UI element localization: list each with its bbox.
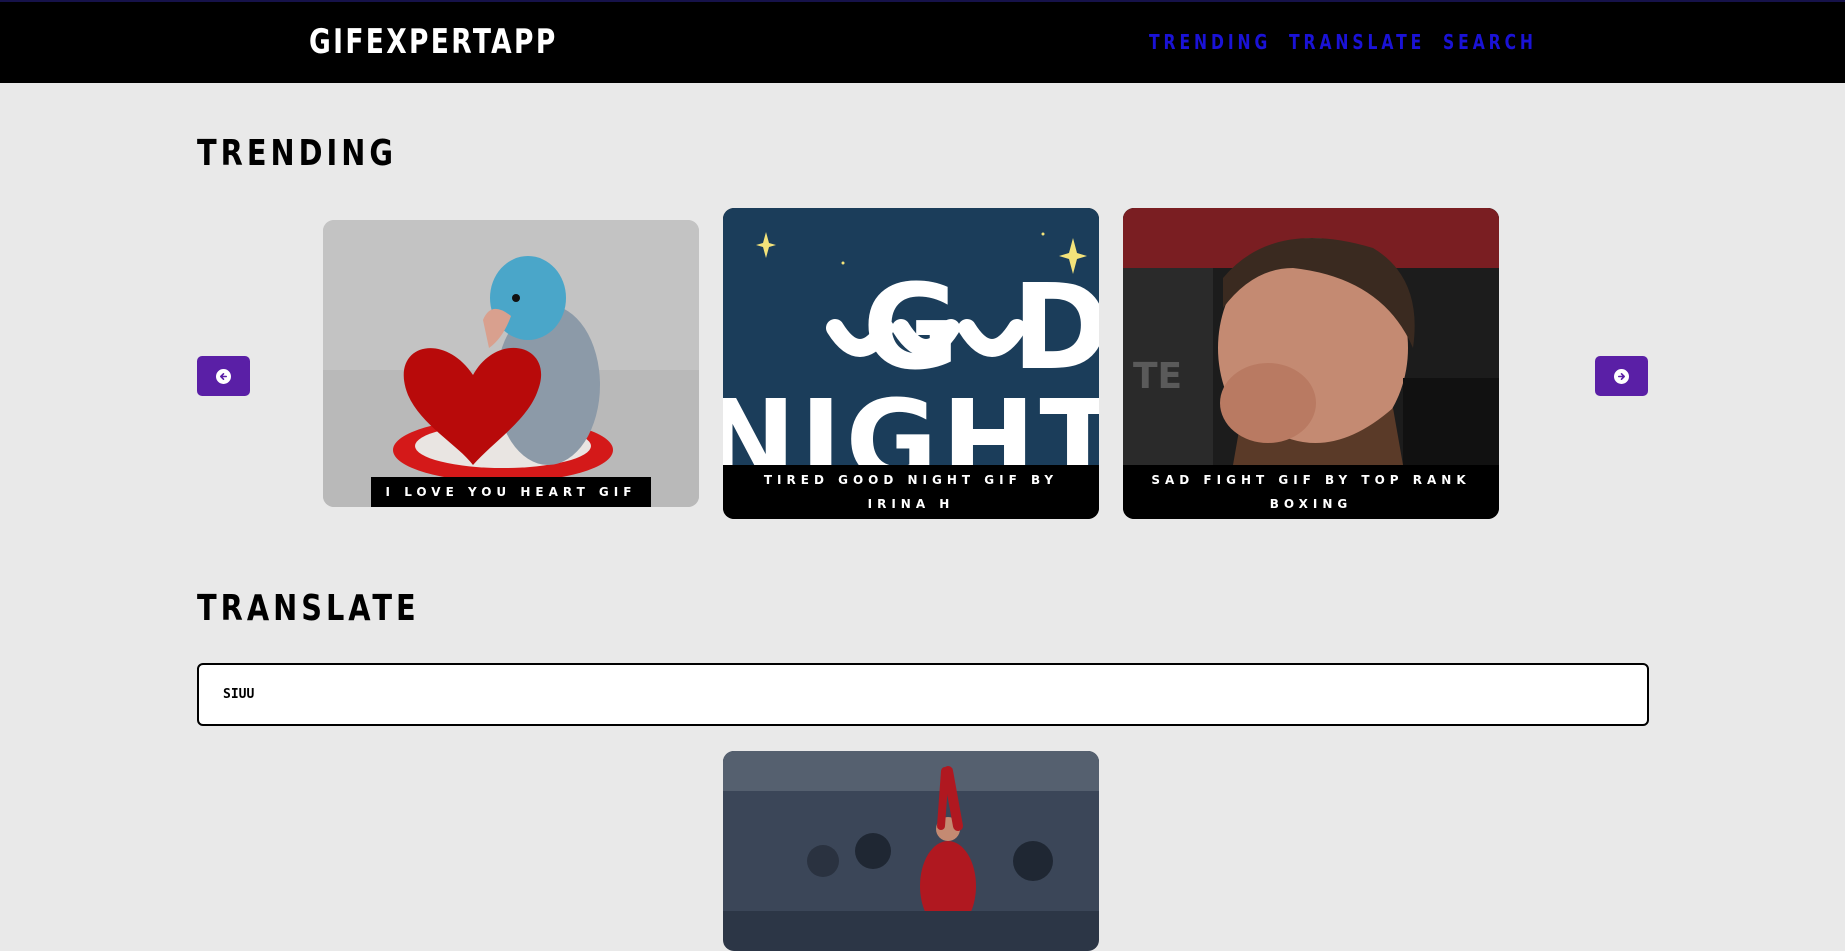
gif-image: G D NIGHT (723, 208, 1099, 465)
gif-image (323, 220, 699, 507)
trending-heading: TRENDING (197, 133, 397, 174)
gif-image: TE (1123, 208, 1499, 465)
gif-card[interactable]: I LOVE YOU HEART GIF (323, 220, 699, 507)
nav-link-search[interactable]: SEARCH (1443, 30, 1537, 54)
svg-text:NIGHT: NIGHT (723, 377, 1099, 465)
arrow-right-icon (1614, 368, 1629, 384)
gif-caption: I LOVE YOU HEART GIF (371, 477, 651, 507)
gif-card[interactable]: TE SAD FIGHT GIF BY TOP RANK BOXING (1123, 208, 1499, 519)
gif-caption: SAD FIGHT GIF BY TOP RANK BOXING (1123, 465, 1499, 519)
translate-result-gif[interactable] (723, 751, 1099, 951)
carousel-next-button[interactable] (1595, 356, 1648, 396)
gif-card[interactable]: G D NIGHT TIRED GOOD NIGHT GIF BY IRINA … (723, 208, 1099, 519)
nav-link-trending[interactable]: TRENDING (1149, 30, 1271, 54)
svg-text:TE: TE (1133, 356, 1182, 397)
nav-link-translate[interactable]: TRANSLATE (1289, 30, 1425, 54)
svg-text:D: D (1012, 258, 1099, 396)
carousel-prev-button[interactable] (197, 356, 250, 396)
arrow-left-icon (216, 368, 231, 384)
translate-input[interactable] (197, 663, 1649, 726)
top-navbar: GIFEXPERTAPP TRENDING TRANSLATE SEARCH (0, 0, 1845, 83)
gif-image (723, 751, 1099, 911)
translate-heading: TRANSLATE (197, 588, 420, 629)
app-title[interactable]: GIFEXPERTAPP (309, 22, 558, 62)
gif-caption: TIRED GOOD NIGHT GIF BY IRINA H (723, 465, 1099, 519)
